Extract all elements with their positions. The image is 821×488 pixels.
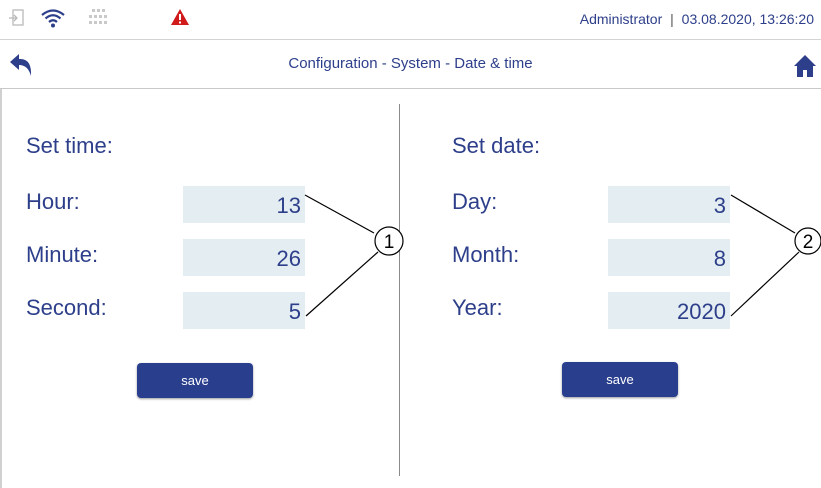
callout-2: 2 — [730, 194, 821, 317]
callout-2-number: 2 — [803, 232, 814, 253]
callout-1: 1 — [304, 194, 404, 317]
callout-annotations: 1 2 — [304, 194, 821, 317]
callout-1-number: 1 — [384, 232, 395, 253]
